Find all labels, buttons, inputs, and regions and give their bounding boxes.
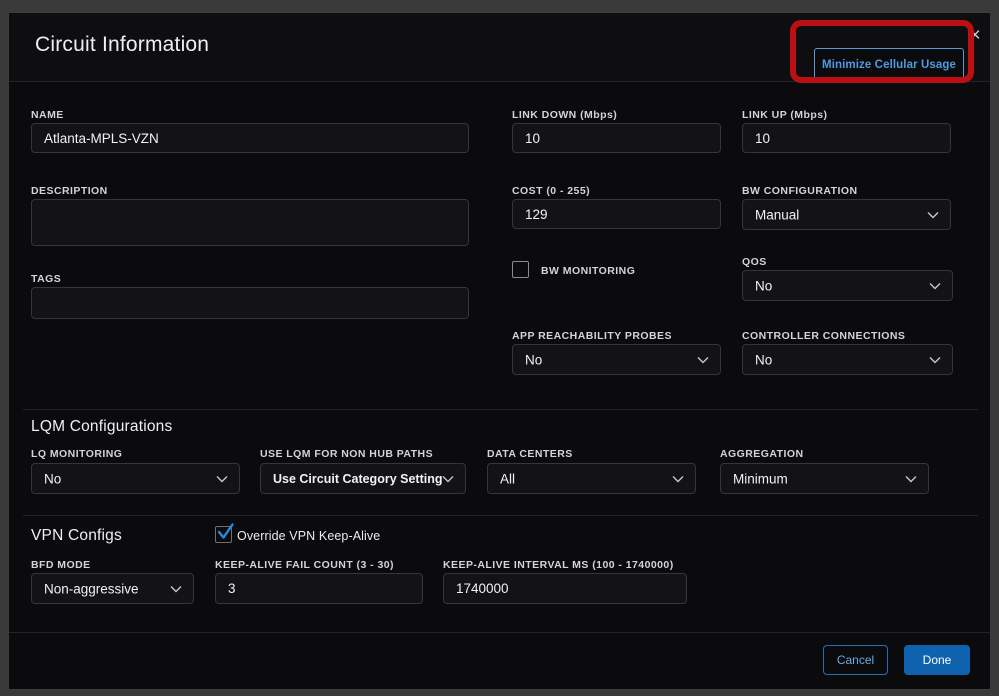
description-label: DESCRIPTION	[31, 185, 108, 197]
app-reachability-probes-value: No	[525, 352, 542, 367]
app-reachability-probes-select[interactable]: No	[512, 344, 721, 375]
cost-label: COST (0 - 255)	[512, 185, 590, 197]
controller-connections-select[interactable]: No	[742, 344, 953, 375]
section-divider-vpn	[23, 515, 978, 516]
name-input[interactable]	[31, 123, 469, 153]
bw-configuration-value: Manual	[755, 207, 799, 222]
link-up-label: LINK UP (Mbps)	[742, 109, 827, 121]
section-divider-lqm	[23, 409, 978, 410]
app-reachability-probes-label: APP REACHABILITY PROBES	[512, 330, 672, 342]
cancel-button[interactable]: Cancel	[823, 645, 888, 675]
aggregation-select[interactable]: Minimum	[720, 463, 929, 494]
data-centers-label: DATA CENTERS	[487, 448, 573, 460]
keep-alive-interval-label: KEEP-ALIVE INTERVAL MS (100 - 1740000)	[443, 559, 674, 571]
lqm-section-title: LQM Configurations	[31, 418, 172, 436]
chevron-down-icon	[905, 475, 917, 483]
bw-monitoring-checkbox[interactable]	[512, 261, 529, 278]
qos-value: No	[755, 278, 772, 293]
chevron-down-icon	[929, 356, 941, 364]
page-title: Circuit Information	[35, 33, 209, 57]
link-down-label: LINK DOWN (Mbps)	[512, 109, 617, 121]
data-centers-value: All	[500, 471, 515, 486]
chevron-down-icon	[216, 475, 228, 483]
minimize-cellular-usage-button[interactable]: Minimize Cellular Usage	[814, 48, 964, 81]
dialog-header: Circuit Information Minimize Cellular Us…	[9, 13, 990, 82]
keep-alive-fail-count-label: KEEP-ALIVE FAIL COUNT (3 - 30)	[215, 559, 394, 571]
link-up-input[interactable]	[742, 123, 951, 153]
bw-configuration-select[interactable]: Manual	[742, 199, 951, 230]
chevron-down-icon	[442, 475, 454, 483]
aggregation-label: AGGREGATION	[720, 448, 804, 460]
aggregation-value: Minimum	[733, 471, 788, 486]
bfd-mode-select[interactable]: Non-aggressive	[31, 573, 194, 604]
vpn-section-title: VPN Configs	[31, 527, 122, 545]
lq-monitoring-value: No	[44, 471, 61, 486]
dialog-footer: Cancel Done	[9, 632, 990, 689]
chevron-down-icon	[697, 356, 709, 364]
tags-input[interactable]	[31, 287, 469, 319]
controller-connections-value: No	[755, 352, 772, 367]
chevron-down-icon	[170, 585, 182, 593]
override-vpn-keep-alive-checkbox[interactable]	[215, 526, 232, 543]
check-icon	[214, 520, 236, 542]
circuit-information-dialog: Circuit Information Minimize Cellular Us…	[8, 12, 991, 690]
lq-monitoring-label: LQ MONITORING	[31, 448, 122, 460]
keep-alive-fail-count-input[interactable]	[215, 573, 423, 604]
description-input[interactable]	[31, 199, 469, 246]
bw-configuration-label: BW CONFIGURATION	[742, 185, 858, 197]
chevron-down-icon	[929, 282, 941, 290]
dialog-body: NAME DESCRIPTION TAGS LINK DOWN (Mbps) C…	[9, 82, 990, 633]
controller-connections-label: CONTROLLER CONNECTIONS	[742, 330, 905, 342]
screen: Circuit Information Minimize Cellular Us…	[0, 0, 999, 696]
done-button[interactable]: Done	[904, 645, 970, 675]
bfd-mode-value: Non-aggressive	[44, 581, 139, 596]
override-vpn-keep-alive-label: Override VPN Keep-Alive	[237, 529, 380, 543]
bfd-mode-label: BFD MODE	[31, 559, 91, 571]
use-lqm-non-hub-label: USE LQM FOR NON HUB PATHS	[260, 448, 433, 460]
use-lqm-non-hub-value: Use Circuit Category Setting	[273, 472, 442, 486]
tags-label: TAGS	[31, 273, 61, 285]
keep-alive-interval-input[interactable]	[443, 573, 687, 604]
bw-monitoring-label: BW MONITORING	[541, 265, 635, 277]
cost-input[interactable]	[512, 199, 721, 229]
chevron-down-icon	[672, 475, 684, 483]
lq-monitoring-select[interactable]: No	[31, 463, 240, 494]
qos-select[interactable]: No	[742, 270, 953, 301]
name-label: NAME	[31, 109, 64, 121]
link-down-input[interactable]	[512, 123, 721, 153]
chevron-down-icon	[927, 211, 939, 219]
data-centers-select[interactable]: All	[487, 463, 696, 494]
close-icon[interactable]: ✕	[967, 28, 983, 44]
use-lqm-non-hub-select[interactable]: Use Circuit Category Setting	[260, 463, 466, 494]
qos-label: QOS	[742, 256, 767, 268]
